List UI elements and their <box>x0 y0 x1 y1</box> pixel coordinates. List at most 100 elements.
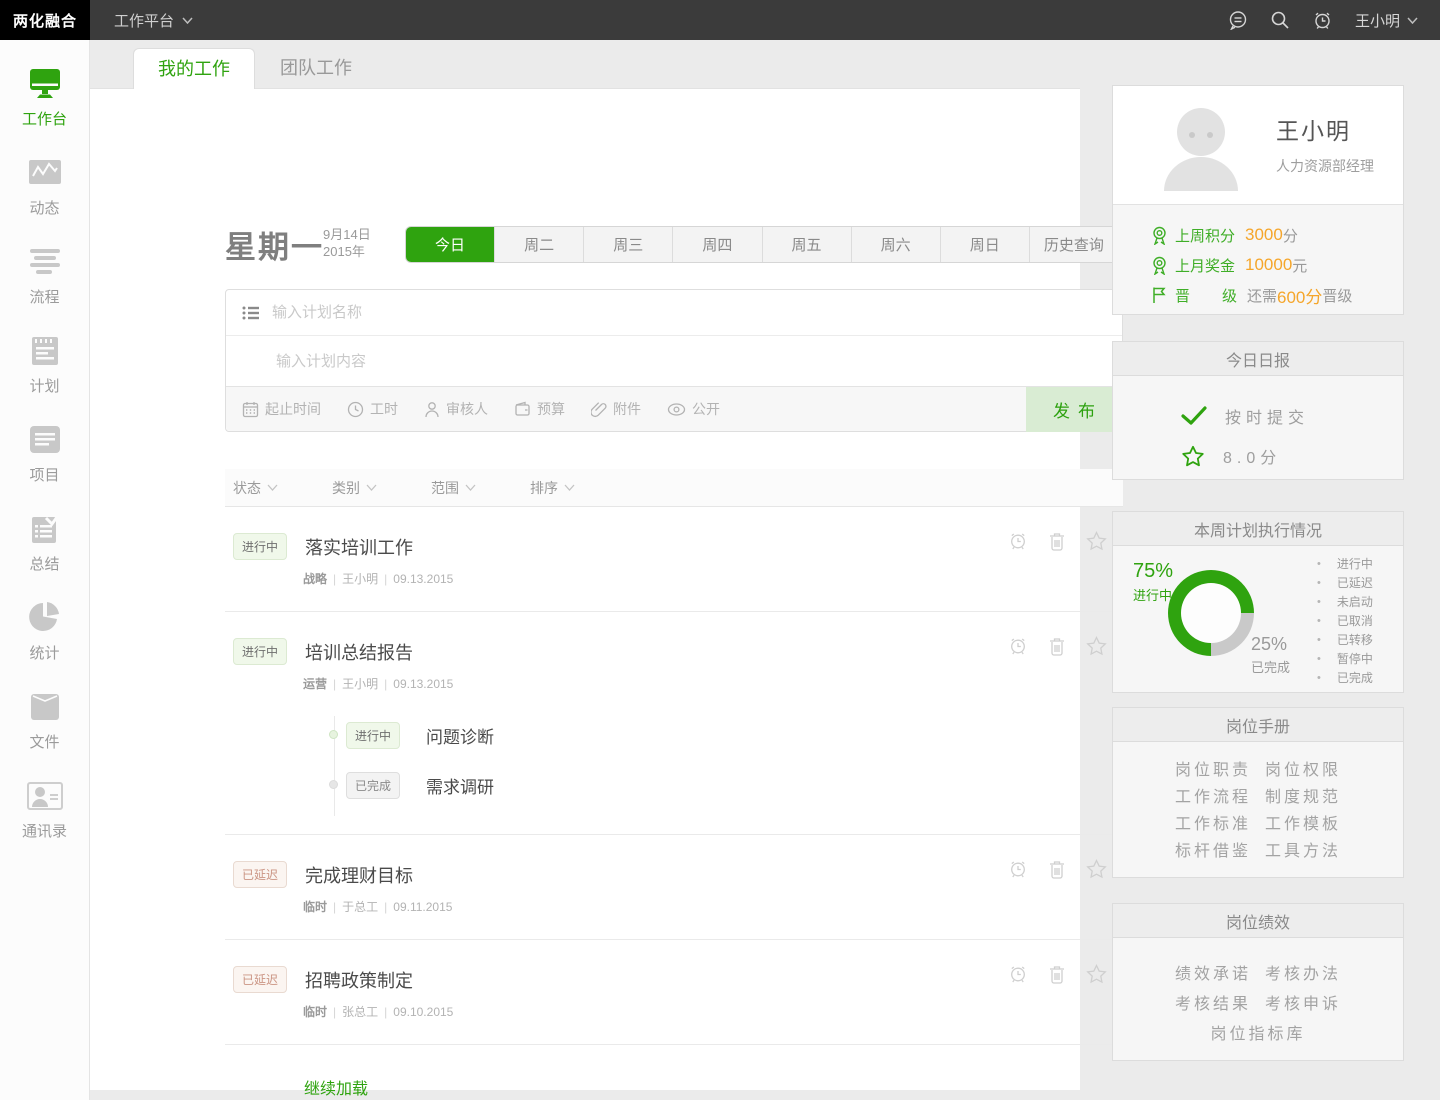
clock-icon <box>347 401 364 418</box>
budget-tool[interactable]: 预算 <box>514 399 565 419</box>
card-title: 本周计划执行情况 <box>1113 512 1403 546</box>
subtask-title[interactable]: 问题诊断 <box>426 723 494 748</box>
sidebar-item-label: 项目 <box>29 464 59 485</box>
handbook-card: 岗位手册 岗位职责岗位权限 工作流程制度规范 工作标准工作模板 标杆借鉴工具方法 <box>1112 707 1404 878</box>
tool-label: 预算 <box>537 399 565 419</box>
star-icon[interactable] <box>1086 531 1107 551</box>
remind-icon[interactable] <box>1008 859 1028 879</box>
work-hours-tool[interactable]: 工时 <box>347 399 398 419</box>
remind-icon[interactable] <box>1008 531 1028 551</box>
task-title[interactable]: 招聘政策制定 <box>305 967 413 993</box>
chart-legend: •进行中 •已延迟 •未启动 •已取消 •已转移 •暂停中 •已完成 <box>1317 554 1373 687</box>
separator: | <box>333 572 336 586</box>
task-title[interactable]: 完成理财目标 <box>305 862 413 888</box>
sidebar-item-plan[interactable]: 计划 <box>0 327 90 416</box>
sidebar-item-label: 通讯录 <box>22 820 67 841</box>
publish-button[interactable]: 发布 <box>1026 387 1122 432</box>
day-button-tue[interactable]: 周二 <box>495 227 584 262</box>
delete-icon[interactable] <box>1048 964 1066 984</box>
tab-team-work[interactable]: 团队工作 <box>255 48 377 89</box>
day-button-today[interactable]: 今日 <box>406 227 495 262</box>
eye-icon <box>667 402 686 417</box>
tool-label: 审核人 <box>446 399 488 419</box>
workflow-icon <box>24 238 66 284</box>
sidebar-item-contacts[interactable]: 通讯录 <box>0 772 90 861</box>
delete-icon[interactable] <box>1048 531 1066 551</box>
day-button-wed[interactable]: 周三 <box>584 227 673 262</box>
handbook-link[interactable]: 制度规范 <box>1265 783 1341 810</box>
sidebar-item-label: 统计 <box>29 642 59 663</box>
star-icon[interactable] <box>1086 859 1107 879</box>
date-range-tool[interactable]: 起止时间 <box>242 399 321 419</box>
platform-menu[interactable]: 工作平台 <box>114 10 193 31</box>
stat-suffix: 晋级 <box>1322 285 1352 306</box>
filter-sort[interactable]: 排序 <box>530 478 575 498</box>
remind-icon[interactable] <box>1008 964 1028 984</box>
legend-item: •已延迟 <box>1317 573 1373 592</box>
subtask-list: 进行中 问题诊断 已完成 需求调研 <box>225 710 1123 810</box>
subtask-row: 已完成 需求调研 <box>321 760 1123 810</box>
day-button-fri[interactable]: 周五 <box>763 227 852 262</box>
public-tool[interactable]: 公开 <box>667 399 720 419</box>
user-menu[interactable]: 王小明 <box>1355 10 1418 31</box>
reviewer-tool[interactable]: 审核人 <box>424 399 488 419</box>
stat-prefix: 还需 <box>1247 285 1277 306</box>
performance-link[interactable]: 岗位指标库 <box>1210 1020 1305 1050</box>
handbook-link[interactable]: 岗位职责 <box>1175 756 1251 783</box>
filter-status[interactable]: 状态 <box>233 478 278 498</box>
task-title[interactable]: 落实培训工作 <box>305 534 413 560</box>
legend-bullet: • <box>1317 653 1321 665</box>
filter-scope[interactable]: 范围 <box>431 478 476 498</box>
message-icon[interactable] <box>1228 10 1248 30</box>
attachment-tool[interactable]: 附件 <box>591 399 641 419</box>
performance-link[interactable]: 考核结果 <box>1175 990 1251 1020</box>
star-icon[interactable] <box>1086 964 1107 984</box>
performance-link[interactable]: 考核办法 <box>1265 960 1341 990</box>
load-more-link[interactable]: 继续加载 <box>304 1075 368 1099</box>
handbook-link[interactable]: 工作模板 <box>1265 810 1341 837</box>
sidebar-item-stats[interactable]: 统计 <box>0 594 90 683</box>
handbook-link[interactable]: 工具方法 <box>1265 837 1341 864</box>
separator: | <box>384 900 387 914</box>
legend-label: 暂停中 <box>1337 650 1373 667</box>
sidebar-item-project[interactable]: 项目 <box>0 416 90 505</box>
stat-value: 10000 <box>1245 255 1292 275</box>
date-header: 星期一 9月14日 2015年 今日 周二 周三 周四 周五 周六 周日 历史查… <box>225 177 1123 277</box>
remind-icon[interactable] <box>1008 636 1028 656</box>
daily-score-text: 8.0分 <box>1223 444 1281 468</box>
day-button-history[interactable]: 历史查询 <box>1030 227 1118 262</box>
legend-item: • 暂停中 <box>1317 649 1373 668</box>
task-title[interactable]: 培训总结报告 <box>305 639 413 665</box>
sidebar-item-files[interactable]: 文件 <box>0 683 90 772</box>
performance-link[interactable]: 考核申诉 <box>1265 990 1341 1020</box>
day-button-sat[interactable]: 周六 <box>852 227 941 262</box>
weekday-label: 星期一 <box>225 222 324 267</box>
sidebar-item-workbench[interactable]: 工作台 <box>0 60 90 149</box>
plan-name-input[interactable] <box>272 304 1122 321</box>
handbook-link[interactable]: 岗位权限 <box>1265 756 1341 783</box>
date-year: 2015年 <box>323 243 371 260</box>
delete-icon[interactable] <box>1048 859 1066 879</box>
tab-my-work[interactable]: 我的工作 <box>133 48 255 89</box>
project-icon <box>24 416 66 462</box>
alarm-icon[interactable] <box>1312 10 1333 31</box>
task-owner: 王小明 <box>342 677 378 691</box>
task-category: 运营 <box>303 677 327 691</box>
star-icon[interactable] <box>1086 636 1107 656</box>
delete-icon[interactable] <box>1048 636 1066 656</box>
search-icon[interactable] <box>1270 10 1290 30</box>
performance-link[interactable]: 绩效承诺 <box>1175 960 1251 990</box>
plan-content-input[interactable] <box>276 353 1122 370</box>
separator: | <box>384 677 387 691</box>
handbook-link[interactable]: 工作流程 <box>1175 783 1251 810</box>
handbook-link[interactable]: 标杆借鉴 <box>1175 837 1251 864</box>
sidebar-item-summary[interactable]: 总结 <box>0 505 90 594</box>
sidebar-item-workflow[interactable]: 流程 <box>0 238 90 327</box>
subtask-title[interactable]: 需求调研 <box>426 773 494 798</box>
sidebar-item-activity[interactable]: 动态 <box>0 149 90 238</box>
day-button-thu[interactable]: 周四 <box>673 227 762 262</box>
profile-stats: 上周积分 3000 分 上月奖金 10000 元 晋级 还需 600分 晋级 <box>1113 205 1403 310</box>
filter-category[interactable]: 类别 <box>332 478 377 498</box>
handbook-link[interactable]: 工作标准 <box>1175 810 1251 837</box>
day-button-sun[interactable]: 周日 <box>941 227 1030 262</box>
